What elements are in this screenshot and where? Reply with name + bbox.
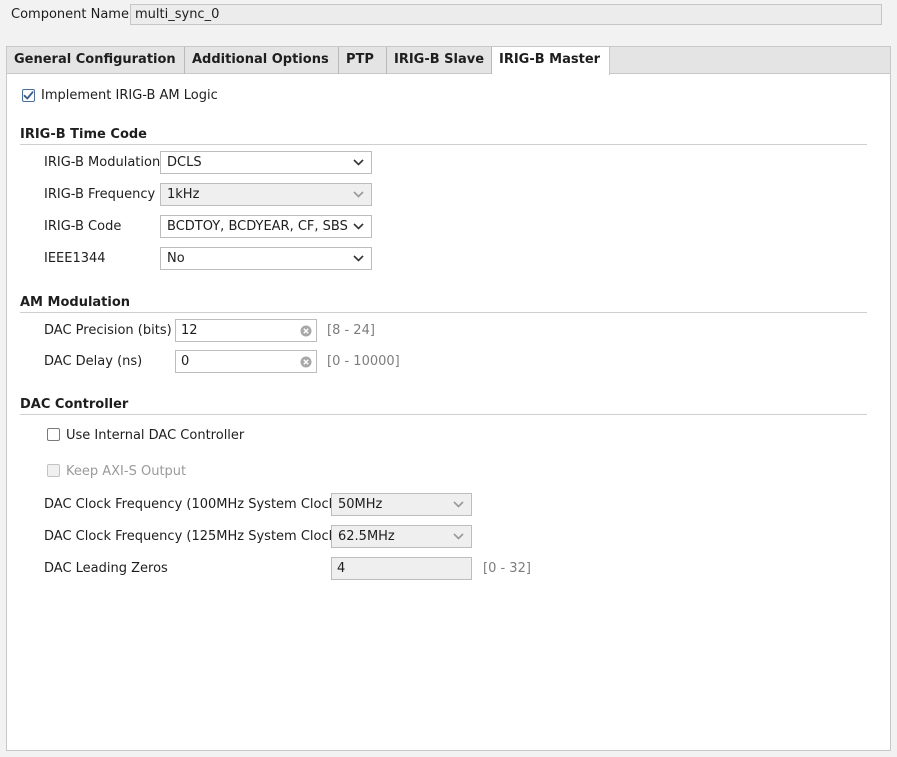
dac-delay-label: DAC Delay (ns) [44,354,143,369]
dac-precision-value: 12 [181,323,198,338]
irig-modulation-label: IRIG-B Modulation [44,155,161,170]
config-panel [6,46,891,751]
tab-additional-options[interactable]: Additional Options [185,47,339,74]
irig-code-value: BCDTOY, BCDYEAR, CF, SBS [167,219,348,234]
chevron-down-icon [353,159,364,166]
dac-clk125-label: DAC Clock Frequency (125MHz System Clock… [44,529,342,544]
dac-delay-range: [0 - 10000] [327,354,400,369]
tab-irig-b-master[interactable]: IRIG-B Master [492,47,610,75]
section-divider [20,144,867,145]
dac-clk100-select[interactable]: 50MHz [331,493,472,516]
dac-clk125-value: 62.5MHz [338,529,395,544]
irig-modulation-select[interactable]: DCLS [160,151,372,174]
dac-leading-zeros-range: [0 - 32] [483,561,531,576]
chevron-down-icon [353,255,364,262]
use-internal-dac-label: Use Internal DAC Controller [66,428,245,443]
dac-precision-input[interactable]: 12 [175,319,317,342]
chevron-down-icon [453,533,464,540]
irig-code-label: IRIG-B Code [44,219,122,234]
dac-delay-value: 0 [181,354,190,369]
keep-axis-output-checkbox[interactable] [47,464,60,477]
keep-axis-output-label: Keep AXI-S Output [66,464,187,479]
irig-frequency-value: 1kHz [167,187,200,202]
dac-leading-zeros-input[interactable]: 4 [331,557,472,580]
use-internal-dac-checkbox[interactable] [47,428,60,441]
clear-circle-icon[interactable] [300,356,312,368]
tab-general-configuration[interactable]: General Configuration [7,47,185,74]
chevron-down-icon [353,223,364,230]
section-irig-b-time-code: IRIG-B Time Code [20,127,147,142]
component-name-input[interactable]: multi_sync_0 [130,4,882,25]
section-divider [20,312,867,313]
section-am-modulation: AM Modulation [20,295,131,310]
chevron-down-icon [453,501,464,508]
component-name-label: Component Name [11,7,129,22]
dac-leading-zeros-value: 4 [337,561,346,576]
dac-precision-range: [8 - 24] [327,323,375,338]
dac-clk125-select[interactable]: 62.5MHz [331,525,472,548]
ieee1344-select[interactable]: No [160,247,372,270]
implement-am-logic-label: Implement IRIG-B AM Logic [41,88,218,103]
dac-leading-zeros-label: DAC Leading Zeros [44,561,168,576]
dac-precision-label: DAC Precision (bits) [44,323,172,338]
checkmark-icon [23,91,34,100]
chevron-down-icon [353,191,364,198]
ieee1344-value: No [167,251,185,266]
section-divider [20,414,867,415]
implement-am-logic-checkbox[interactable] [22,89,35,102]
ieee1344-label: IEEE1344 [44,251,106,266]
clear-circle-icon[interactable] [300,325,312,337]
irig-frequency-select[interactable]: 1kHz [160,183,372,206]
irig-frequency-label: IRIG-B Frequency [44,187,156,202]
dac-clk100-value: 50MHz [338,497,383,512]
section-dac-controller: DAC Controller [20,397,129,412]
tab-ptp[interactable]: PTP [339,47,387,74]
dac-clk100-label: DAC Clock Frequency (100MHz System Clock… [44,497,342,512]
tab-irig-b-slave[interactable]: IRIG-B Slave [387,47,492,74]
irig-modulation-value: DCLS [167,155,202,170]
irig-code-select[interactable]: BCDTOY, BCDYEAR, CF, SBS [160,215,372,238]
dac-delay-input[interactable]: 0 [175,350,317,373]
